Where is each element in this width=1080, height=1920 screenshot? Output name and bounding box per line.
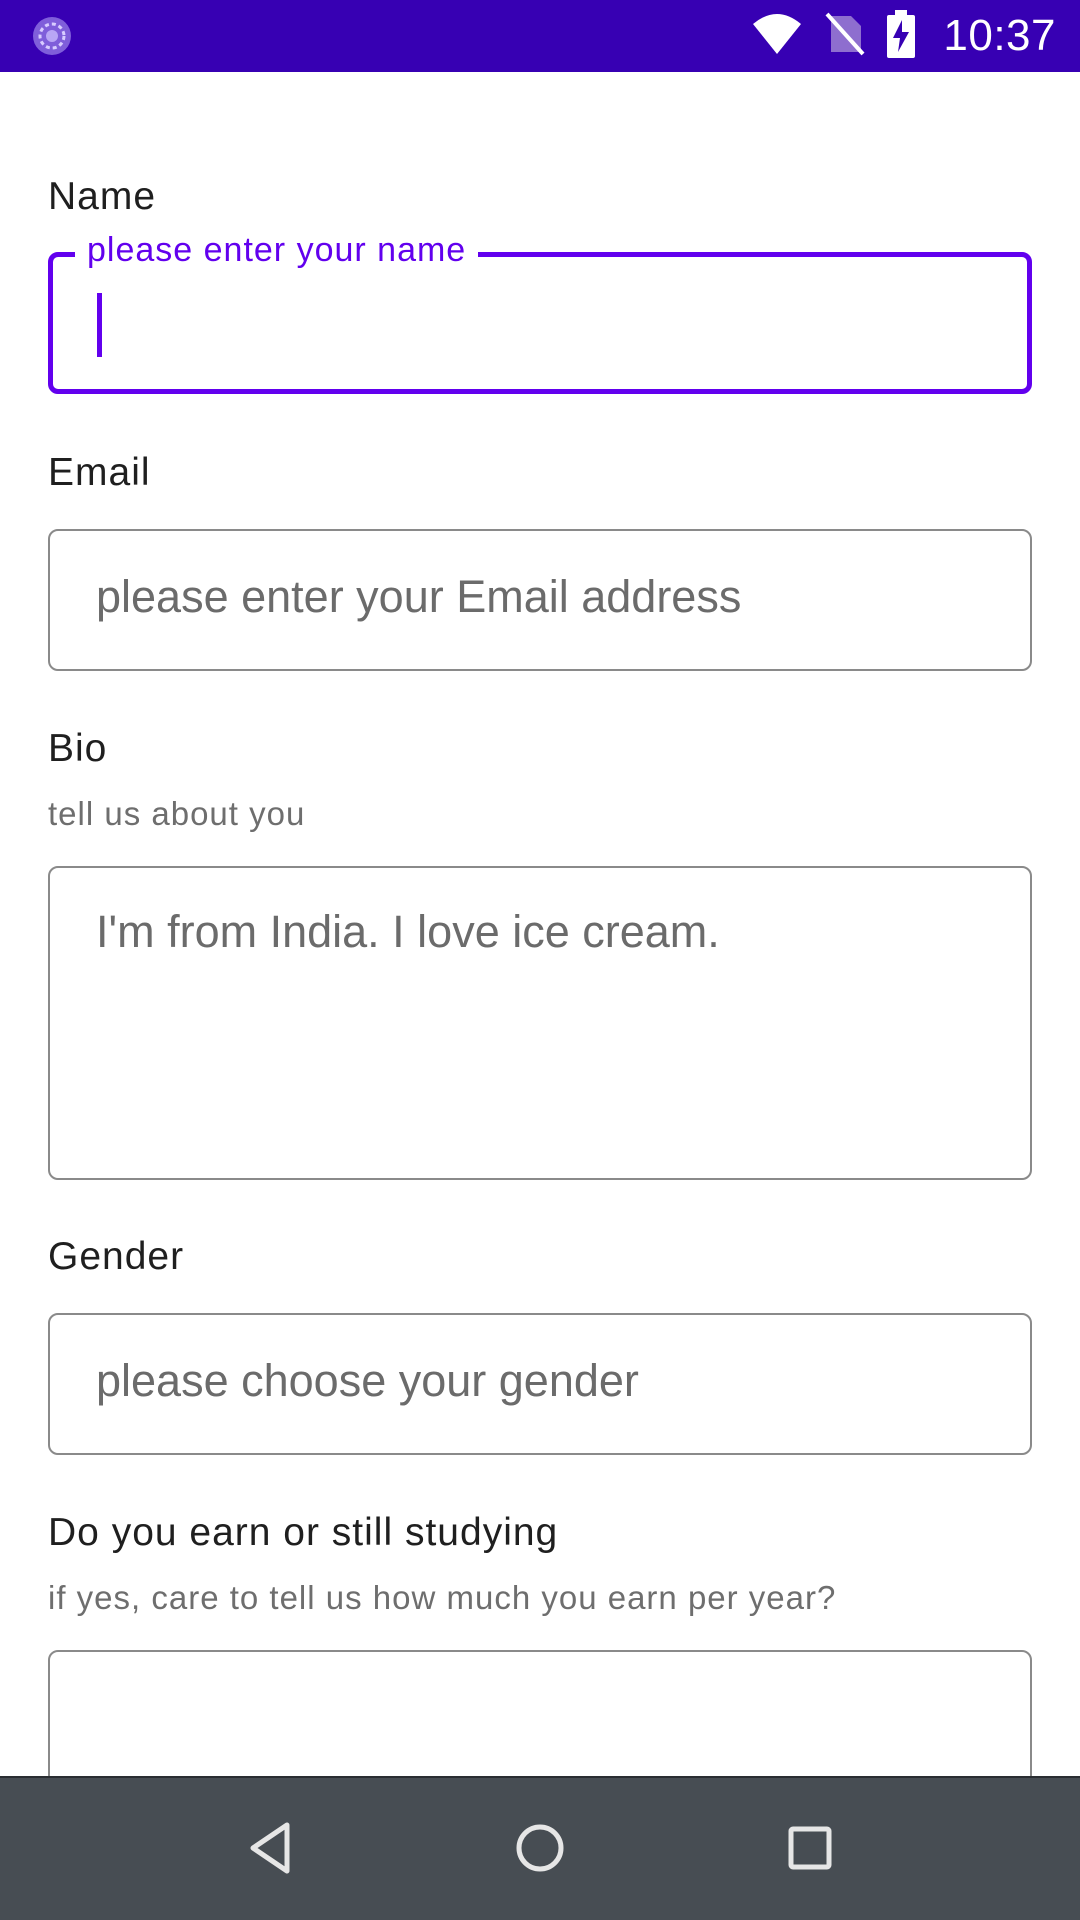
- navigation-bar: [0, 1776, 1080, 1920]
- email-input[interactable]: please enter your Email address: [48, 529, 1032, 671]
- status-icons: 10:37: [751, 0, 1056, 72]
- app-notification-icon: [32, 16, 72, 56]
- status-time: 10:37: [943, 11, 1056, 60]
- bio-helper-text: tell us about you: [48, 795, 306, 832]
- gender-label: Gender: [48, 1235, 185, 1278]
- no-sim-icon: [825, 12, 865, 61]
- email-label: Email: [48, 451, 151, 494]
- home-icon[interactable]: [510, 1818, 570, 1878]
- name-input[interactable]: please enter your name: [48, 231, 1032, 394]
- text-cursor: [97, 293, 102, 357]
- battery-charging-icon: [887, 9, 916, 63]
- income-label: Do you earn or still studying: [48, 1511, 559, 1554]
- screen: 10:37 Name please enter your name Email …: [0, 0, 1080, 1920]
- recents-icon[interactable]: [780, 1818, 840, 1878]
- name-floating-label: please enter your name: [75, 231, 479, 270]
- bio-textarea[interactable]: I'm from India. I love ice cream.: [48, 866, 1032, 1180]
- income-helper-text: if yes, care to tell us how much you ear…: [48, 1579, 837, 1616]
- email-placeholder: please enter your Email address: [96, 571, 742, 622]
- status-bar: 10:37: [0, 0, 1080, 72]
- bio-placeholder: I'm from India. I love ice cream.: [96, 906, 720, 957]
- bio-label: Bio: [48, 727, 108, 770]
- wifi-icon: [751, 12, 803, 61]
- gender-select[interactable]: please choose your gender: [48, 1313, 1032, 1455]
- gender-placeholder: please choose your gender: [96, 1355, 639, 1406]
- back-icon[interactable]: [240, 1818, 300, 1878]
- name-label: Name: [48, 175, 157, 218]
